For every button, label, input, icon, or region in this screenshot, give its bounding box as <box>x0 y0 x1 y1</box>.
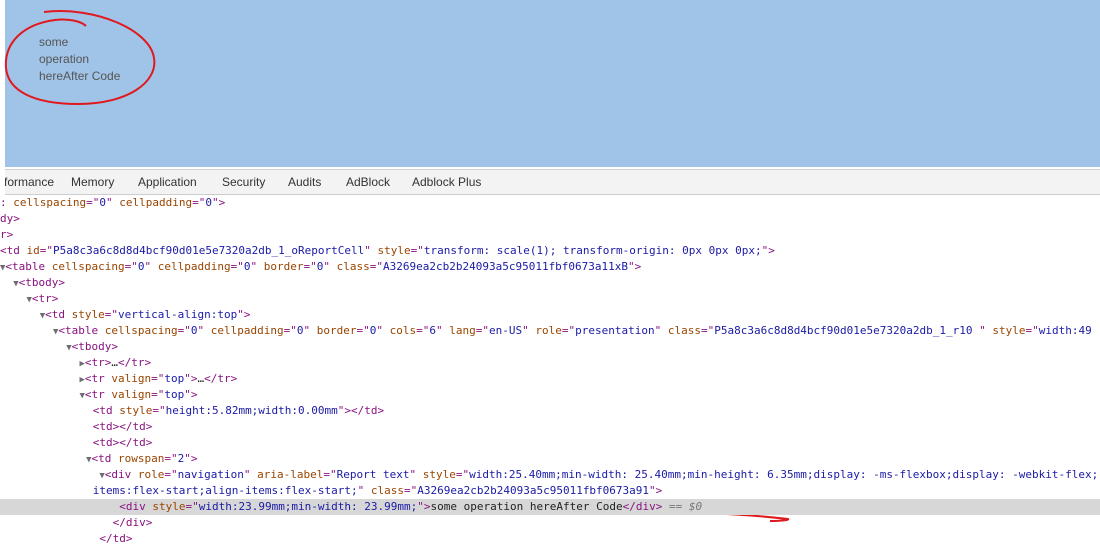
dom-node[interactable]: ▼<tr valign="top"> <box>0 387 1100 403</box>
dom-node[interactable]: <td id="P5a8c3a6c8d8d4bcf90d01e5e7320a2d… <box>0 243 1100 259</box>
dom-node[interactable]: ▼<td rowspan="2"> <box>0 451 1100 467</box>
dom-node[interactable]: </div> <box>0 515 1100 531</box>
dom-node[interactable]: : cellspacing="0" cellpadding="0"> <box>0 195 1100 211</box>
rendered-text: some operation hereAfter Code <box>39 34 120 85</box>
tab-performance[interactable]: rformance <box>5 170 54 194</box>
dom-node[interactable]: ▼<table cellspacing="0" cellpadding="0" … <box>0 323 1100 339</box>
dom-node[interactable]: ▼<tr> <box>0 291 1100 307</box>
rendered-line: some <box>39 35 69 49</box>
tab-memory[interactable]: Memory <box>71 170 114 194</box>
selected-dom-node[interactable]: <div style="width:23.99mm;min-width: 23.… <box>0 499 1100 515</box>
rendered-line: operation <box>39 52 90 66</box>
tab-application[interactable]: Application <box>138 170 197 194</box>
dom-node[interactable]: <td></td> <box>0 435 1100 451</box>
dom-node[interactable]: ▶<tr>…</tr> <box>0 355 1100 371</box>
dom-node[interactable]: ▶<tr valign="top">…</tr> <box>0 371 1100 387</box>
devtools-tab-bar: rformance Memory Application Security Au… <box>5 169 1100 195</box>
dom-node[interactable]: ▼<td style="vertical-align:top"> <box>0 307 1100 323</box>
dom-node[interactable]: <td style="height:5.82mm;width:0.00mm"><… <box>0 403 1100 419</box>
dom-node[interactable]: ▼<tbody> <box>0 339 1100 355</box>
dom-node[interactable]: ▼<div role="navigation" aria-label="Repo… <box>0 467 1100 483</box>
dom-node[interactable]: dy> <box>0 211 1100 227</box>
dom-node[interactable]: ▼<table cellspacing="0" cellpadding="0" … <box>0 259 1100 275</box>
elements-tree: : cellspacing="0" cellpadding="0"> dy> r… <box>0 195 1100 548</box>
dom-node[interactable]: </td> <box>0 531 1100 547</box>
tab-adblock[interactable]: AdBlock <box>346 170 390 194</box>
page-viewport: some operation hereAfter Code <box>5 0 1100 167</box>
tab-audits[interactable]: Audits <box>288 170 321 194</box>
rendered-line: hereAfter Code <box>39 69 121 83</box>
dom-node[interactable]: items:flex-start;align-items:flex-start;… <box>0 483 1100 499</box>
tab-adblock-plus[interactable]: Adblock Plus <box>412 170 481 194</box>
dom-node[interactable]: <td></td> <box>0 419 1100 435</box>
tab-security[interactable]: Security <box>222 170 265 194</box>
dom-node[interactable]: ▼<tbody> <box>0 275 1100 291</box>
dom-node[interactable]: r> <box>0 227 1100 243</box>
